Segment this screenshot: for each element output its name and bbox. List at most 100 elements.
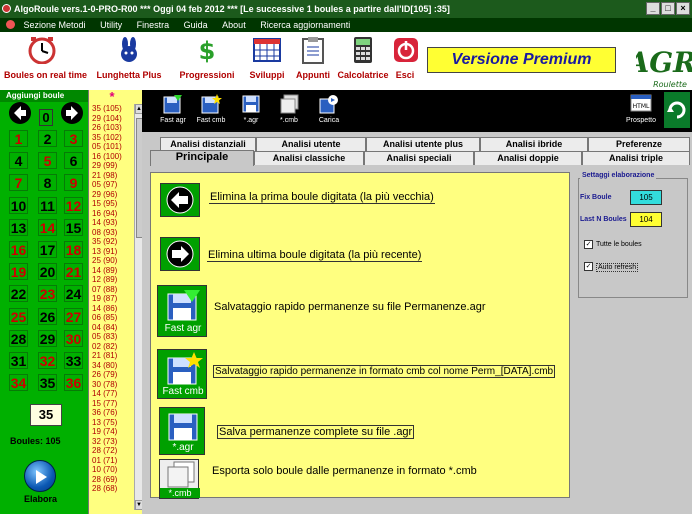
list-item[interactable]: 35 (102) bbox=[90, 133, 134, 143]
lunghetta-plus-button[interactable]: Lunghetta Plus bbox=[92, 32, 166, 90]
list-item[interactable]: 25 (90) bbox=[90, 256, 134, 266]
number-23-button[interactable]: 23 bbox=[38, 285, 57, 303]
number-13-button[interactable]: 13 bbox=[9, 218, 28, 236]
minimize-button[interactable]: _ bbox=[646, 2, 660, 15]
number-36-button[interactable]: 36 bbox=[64, 374, 83, 392]
number-14-button[interactable]: 14 bbox=[38, 218, 57, 236]
list-item[interactable]: 05 (97) bbox=[90, 180, 134, 190]
tab-analisi-doppie[interactable]: Analisi doppie bbox=[474, 151, 582, 165]
number-17-button[interactable]: 17 bbox=[38, 241, 57, 258]
number-9-button[interactable]: 9 bbox=[64, 174, 83, 192]
number-32-button[interactable]: 32 bbox=[38, 352, 57, 369]
menu-about[interactable]: About bbox=[216, 18, 252, 32]
list-item[interactable]: 26 (103) bbox=[90, 123, 134, 133]
tab-analisi-utente-plus[interactable]: Analisi utente plus bbox=[366, 137, 480, 151]
list-item[interactable]: 34 (80) bbox=[90, 361, 134, 371]
esci-button[interactable]: Esci bbox=[392, 32, 418, 90]
delete-first-button[interactable] bbox=[9, 102, 31, 124]
number-12-button[interactable]: 12 bbox=[64, 196, 83, 214]
list-item[interactable]: 35 (92) bbox=[90, 237, 134, 247]
action-fast-cmb-button[interactable]: Fast cmb bbox=[157, 349, 207, 399]
menu-ricerca-aggiornamenti[interactable]: Ricerca aggiornamenti bbox=[254, 18, 356, 32]
number-1-button[interactable]: 1 bbox=[9, 130, 28, 147]
number-30-button[interactable]: 30 bbox=[64, 329, 83, 347]
list-item[interactable]: 14 (93) bbox=[90, 218, 134, 228]
number-34-button[interactable]: 34 bbox=[9, 374, 28, 392]
menu-guida[interactable]: Guida bbox=[178, 18, 214, 32]
list-item[interactable]: 07 (88) bbox=[90, 285, 134, 295]
number-19-button[interactable]: 19 bbox=[9, 263, 28, 281]
list-item[interactable]: 28 (68) bbox=[90, 484, 134, 494]
list-item[interactable]: 05 (101) bbox=[90, 142, 134, 152]
tab-analisi-speciali[interactable]: Analisi speciali bbox=[364, 151, 474, 165]
save-agr-button[interactable]: *.agr bbox=[232, 92, 270, 130]
menu-utility[interactable]: Utility bbox=[94, 18, 128, 32]
boules-real-time-button[interactable]: Boules on real time bbox=[4, 32, 87, 90]
list-item[interactable]: 35 (105) bbox=[90, 104, 134, 114]
list-item[interactable]: 15 (95) bbox=[90, 199, 134, 209]
number-5-button[interactable]: 5 bbox=[38, 152, 57, 170]
number-7-button[interactable]: 7 bbox=[9, 174, 28, 192]
number-4-button[interactable]: 4 bbox=[9, 152, 28, 170]
tab-principale[interactable]: Principale bbox=[150, 150, 254, 166]
tab-preferenze[interactable]: Preferenze bbox=[588, 137, 690, 151]
number-28-button[interactable]: 28 bbox=[9, 329, 28, 347]
list-item[interactable]: 29 (104) bbox=[90, 114, 134, 124]
menu-finestra[interactable]: Finestra bbox=[131, 18, 176, 32]
list-item[interactable]: 01 (71) bbox=[90, 456, 134, 466]
number-2-button[interactable]: 2 bbox=[38, 130, 57, 147]
list-item[interactable]: 36 (76) bbox=[90, 408, 134, 418]
list-item[interactable]: 10 (70) bbox=[90, 465, 134, 475]
refresh-button[interactable] bbox=[664, 92, 692, 130]
list-item[interactable]: 28 (72) bbox=[90, 446, 134, 456]
save-cmb-button[interactable]: *.cmb bbox=[270, 92, 308, 130]
list-item[interactable]: 16 (94) bbox=[90, 209, 134, 219]
number-10-button[interactable]: 10 bbox=[9, 196, 28, 214]
number-24-button[interactable]: 24 bbox=[64, 285, 83, 303]
fast-agr-button[interactable]: Fast agr bbox=[154, 92, 192, 130]
number-20-button[interactable]: 20 bbox=[38, 263, 57, 281]
list-item[interactable]: 12 (89) bbox=[90, 275, 134, 285]
maximize-button[interactable]: □ bbox=[661, 2, 675, 15]
menu-sezione-metodi[interactable]: Sezione Metodi bbox=[18, 18, 92, 32]
list-item[interactable]: 29 (99) bbox=[90, 161, 134, 171]
number-31-button[interactable]: 31 bbox=[9, 352, 28, 369]
list-item[interactable]: 13 (91) bbox=[90, 247, 134, 257]
list-item[interactable]: 06 (85) bbox=[90, 313, 134, 323]
fast-cmb-button[interactable]: Fast cmb bbox=[192, 92, 230, 130]
action-delete-last-button[interactable] bbox=[160, 237, 200, 271]
list-item[interactable]: 05 (83) bbox=[90, 332, 134, 342]
list-item[interactable]: 29 (96) bbox=[90, 190, 134, 200]
list-item[interactable]: 21 (81) bbox=[90, 351, 134, 361]
list-item[interactable]: 26 (79) bbox=[90, 370, 134, 380]
number-25-button[interactable]: 25 bbox=[9, 307, 28, 325]
list-item[interactable]: 30 (78) bbox=[90, 380, 134, 390]
number-8-button[interactable]: 8 bbox=[38, 174, 57, 192]
list-item[interactable]: 14 (89) bbox=[90, 266, 134, 276]
number-33-button[interactable]: 33 bbox=[64, 352, 83, 369]
list-item[interactable]: 13 (75) bbox=[90, 418, 134, 428]
number-11-button[interactable]: 11 bbox=[38, 196, 57, 214]
fix-boule-field[interactable]: 105 bbox=[630, 190, 662, 205]
action-save-agr-button[interactable]: *.agr bbox=[159, 407, 205, 455]
tab-analisi-ibride[interactable]: Analisi ibride bbox=[480, 137, 588, 151]
tab-analisi-classiche[interactable]: Analisi classiche bbox=[254, 151, 364, 165]
list-item[interactable]: 04 (84) bbox=[90, 323, 134, 333]
action-save-cmb-button[interactable]: *.cmb bbox=[159, 459, 200, 499]
number-3-button[interactable]: 3 bbox=[64, 130, 83, 147]
boule-history-list[interactable]: 35 (105) 29 (104) 26 (103) 35 (102) 05 (101)… bbox=[90, 104, 134, 510]
list-item[interactable]: 19 (87) bbox=[90, 294, 134, 304]
number-35-button[interactable]: 35 bbox=[38, 374, 57, 392]
list-item[interactable]: 15 (77) bbox=[90, 399, 134, 409]
sviluppi-button[interactable]: Sviluppi bbox=[244, 32, 290, 90]
last-n-boules-field[interactable]: 104 bbox=[630, 212, 662, 227]
tab-analisi-triple[interactable]: Analisi triple bbox=[582, 151, 690, 165]
tutte-boules-checkbox[interactable]: ✓ bbox=[584, 240, 593, 249]
action-fast-agr-button[interactable]: Fast agr bbox=[157, 285, 207, 337]
number-21-button[interactable]: 21 bbox=[64, 263, 83, 281]
list-item[interactable]: 28 (69) bbox=[90, 475, 134, 485]
appunti-button[interactable]: Appunti bbox=[292, 32, 334, 90]
list-item[interactable]: 16 (100) bbox=[90, 152, 134, 162]
list-item[interactable]: 21 (98) bbox=[90, 171, 134, 181]
number-29-button[interactable]: 29 bbox=[38, 329, 57, 347]
